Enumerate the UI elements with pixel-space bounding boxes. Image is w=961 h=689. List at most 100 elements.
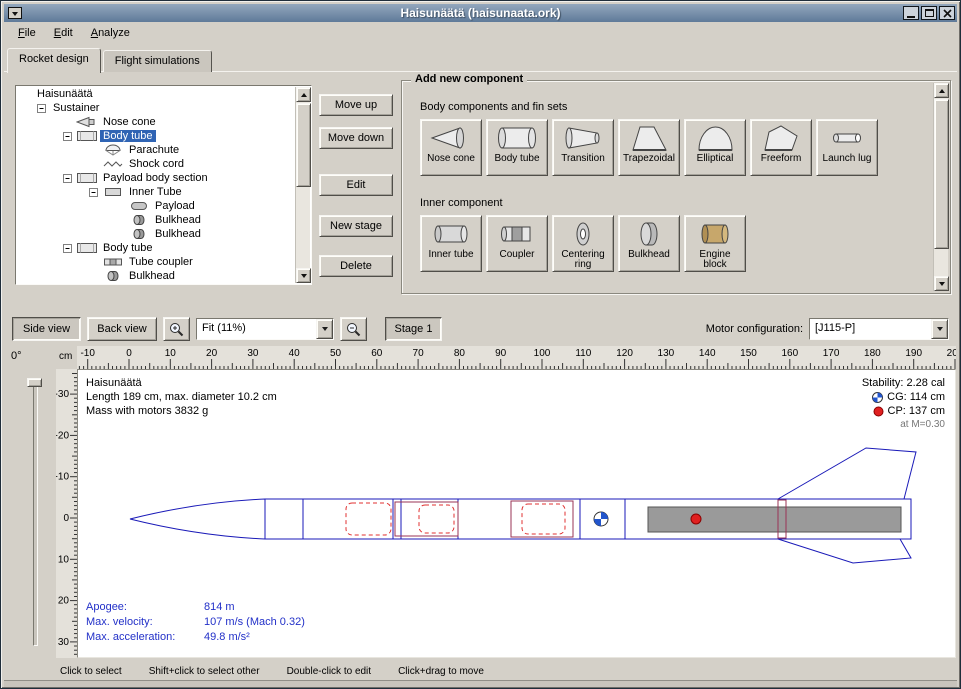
arrow-down-icon xyxy=(301,274,307,278)
chevron-down-icon[interactable] xyxy=(931,319,948,339)
add-launch-lug-button[interactable]: Launch lug xyxy=(816,119,878,176)
tree-expander-icon[interactable] xyxy=(89,188,102,197)
flight-stat-value: 49.8 m/s² xyxy=(204,630,305,645)
add-coupler-button[interactable]: Coupler xyxy=(486,215,548,272)
tree-item-label: Nose cone xyxy=(100,116,159,128)
inner-tube-icon xyxy=(429,218,473,250)
menu-analyze[interactable]: Analyze xyxy=(83,24,138,42)
rotation-slider-thumb[interactable] xyxy=(27,378,42,387)
svg-text:120: 120 xyxy=(616,348,633,359)
tree-expander-icon[interactable] xyxy=(63,244,76,253)
motor-config-combobox[interactable]: [J115-P] xyxy=(809,318,949,340)
components-scrollbar[interactable] xyxy=(933,83,948,291)
zoom-value: Fit (11%) xyxy=(197,319,316,339)
new-stage-button[interactable]: New stage xyxy=(319,215,393,237)
tree-item-haisun-t[interactable]: Haisunäätä xyxy=(17,87,294,101)
fin-lower-outline[interactable] xyxy=(778,539,911,563)
svg-text:30: 30 xyxy=(58,637,70,648)
close-icon xyxy=(943,9,952,18)
coupler-icon xyxy=(495,218,539,250)
tree-item-body-tube[interactable]: Body tube xyxy=(17,129,294,143)
centering-ring-icon xyxy=(561,218,605,250)
menu-file[interactable]: File xyxy=(10,24,44,42)
tree-item-bulkhead[interactable]: Bulkhead xyxy=(17,213,294,227)
add-centering-ring-button[interactable]: Centering ring xyxy=(552,215,614,272)
scrollbar-thumb[interactable] xyxy=(296,103,311,187)
tree-expander-icon[interactable] xyxy=(63,174,76,183)
fin-upper-outline[interactable] xyxy=(778,448,916,499)
add-transition-button[interactable]: Transition xyxy=(552,119,614,176)
tree-item-payload[interactable]: Payload xyxy=(17,199,294,213)
add-freeform-button[interactable]: Freeform xyxy=(750,119,812,176)
tree-item-bulkhead[interactable]: Bulkhead xyxy=(17,269,294,283)
motor-fill[interactable] xyxy=(648,507,901,532)
tab-rocket-design[interactable]: Rocket design xyxy=(7,48,101,73)
arrow-up-icon xyxy=(301,93,307,97)
component-tree[interactable]: HaisunäätäSustainerNose coneBody tubePar… xyxy=(17,87,294,283)
move-up-button[interactable]: Move up xyxy=(319,94,393,116)
tree-scrollbar[interactable] xyxy=(295,87,310,283)
tree-item-payload-body-section[interactable]: Payload body section xyxy=(17,171,294,185)
tree-item-bulkhead[interactable]: Bulkhead xyxy=(17,227,294,241)
tree-expander-icon[interactable] xyxy=(63,132,76,141)
add-inner-tube-button[interactable]: Inner tube xyxy=(420,215,482,272)
move-down-button[interactable]: Move down xyxy=(319,127,393,149)
back-view-button[interactable]: Back view xyxy=(87,317,157,341)
rocket-mass: Mass with motors 3832 g xyxy=(86,404,277,418)
rotation-slider[interactable] xyxy=(27,376,42,648)
scrollbar-thumb[interactable] xyxy=(934,99,949,249)
svg-text:0: 0 xyxy=(63,513,69,524)
stability-value: Stability: 2.28 cal xyxy=(862,376,945,390)
zoom-in-button[interactable] xyxy=(163,317,190,341)
menu-edit[interactable]: Edit xyxy=(46,24,81,42)
motor-config-label: Motor configuration: xyxy=(706,323,803,335)
add-bulkhead-button[interactable]: Bulkhead xyxy=(618,215,680,272)
rocket-canvas[interactable]: Haisunäätä Length 189 cm, max. diameter … xyxy=(77,369,956,658)
tree-item-label: Payload body section xyxy=(100,172,211,184)
tab-flight-simulations[interactable]: Flight simulations xyxy=(103,50,212,72)
add-nose-cone-button[interactable]: Nose cone xyxy=(420,119,482,176)
zoom-in-icon xyxy=(168,321,185,338)
zoom-out-button[interactable] xyxy=(340,317,367,341)
nose-cone-outline[interactable] xyxy=(130,499,265,539)
minimize-button[interactable] xyxy=(903,6,919,20)
tree-item-sustainer[interactable]: Sustainer xyxy=(17,101,294,115)
tree-item-shock-cord[interactable]: Shock cord xyxy=(17,157,294,171)
stage-1-toggle[interactable]: Stage 1 xyxy=(385,317,442,341)
tree-item-parachute[interactable]: Parachute xyxy=(17,143,294,157)
svg-text:10: 10 xyxy=(58,554,70,565)
horizontal-ruler: -100102030405060708090100110120130140150… xyxy=(77,346,956,369)
side-view-button[interactable]: Side view xyxy=(12,317,81,341)
tree-item-label: Payload xyxy=(152,200,198,212)
tree-expander-icon[interactable] xyxy=(37,104,50,113)
status-hint: Shift+click to select other xyxy=(149,666,260,677)
add-engine-block-button[interactable]: Engine block xyxy=(684,215,746,272)
component-tree-panel: HaisunäätäSustainerNose coneBody tubePar… xyxy=(15,85,312,285)
tree-item-tube-coupler[interactable]: Tube coupler xyxy=(17,255,294,269)
scroll-down-button[interactable] xyxy=(934,276,949,291)
edit-button[interactable]: Edit xyxy=(319,174,393,196)
close-button[interactable] xyxy=(939,6,955,20)
tree-item-inner-tube[interactable]: Inner Tube xyxy=(17,185,294,199)
tree-item-body-tube[interactable]: Body tube xyxy=(17,241,294,255)
add-trapezoidal-button[interactable]: Trapezoidal xyxy=(618,119,680,176)
flight-stat-value: 107 m/s (Mach 0.32) xyxy=(204,615,305,630)
chevron-down-icon[interactable] xyxy=(316,319,333,339)
titlebar[interactable]: Haisunäätä (haisunaata.ork) xyxy=(4,4,957,22)
zoom-combobox[interactable]: Fit (11%) xyxy=(196,318,334,340)
add-body-tube-button[interactable]: Body tube xyxy=(486,119,548,176)
svg-text:50: 50 xyxy=(330,348,342,359)
inner-tube-icon xyxy=(102,186,126,198)
maximize-button[interactable] xyxy=(921,6,937,20)
svg-text:150: 150 xyxy=(740,348,757,359)
maximize-icon xyxy=(925,9,934,17)
motor-config-value: [J115-P] xyxy=(810,319,931,339)
tree-item-nose-cone[interactable]: Nose cone xyxy=(17,115,294,129)
scroll-down-button[interactable] xyxy=(296,268,311,283)
scroll-up-button[interactable] xyxy=(934,83,949,98)
svg-text:190: 190 xyxy=(905,348,922,359)
add-elliptical-button[interactable]: Elliptical xyxy=(684,119,746,176)
delete-button[interactable]: Delete xyxy=(319,255,393,277)
scroll-up-button[interactable] xyxy=(296,87,311,102)
rocket-name: Haisunäätä xyxy=(86,376,277,390)
